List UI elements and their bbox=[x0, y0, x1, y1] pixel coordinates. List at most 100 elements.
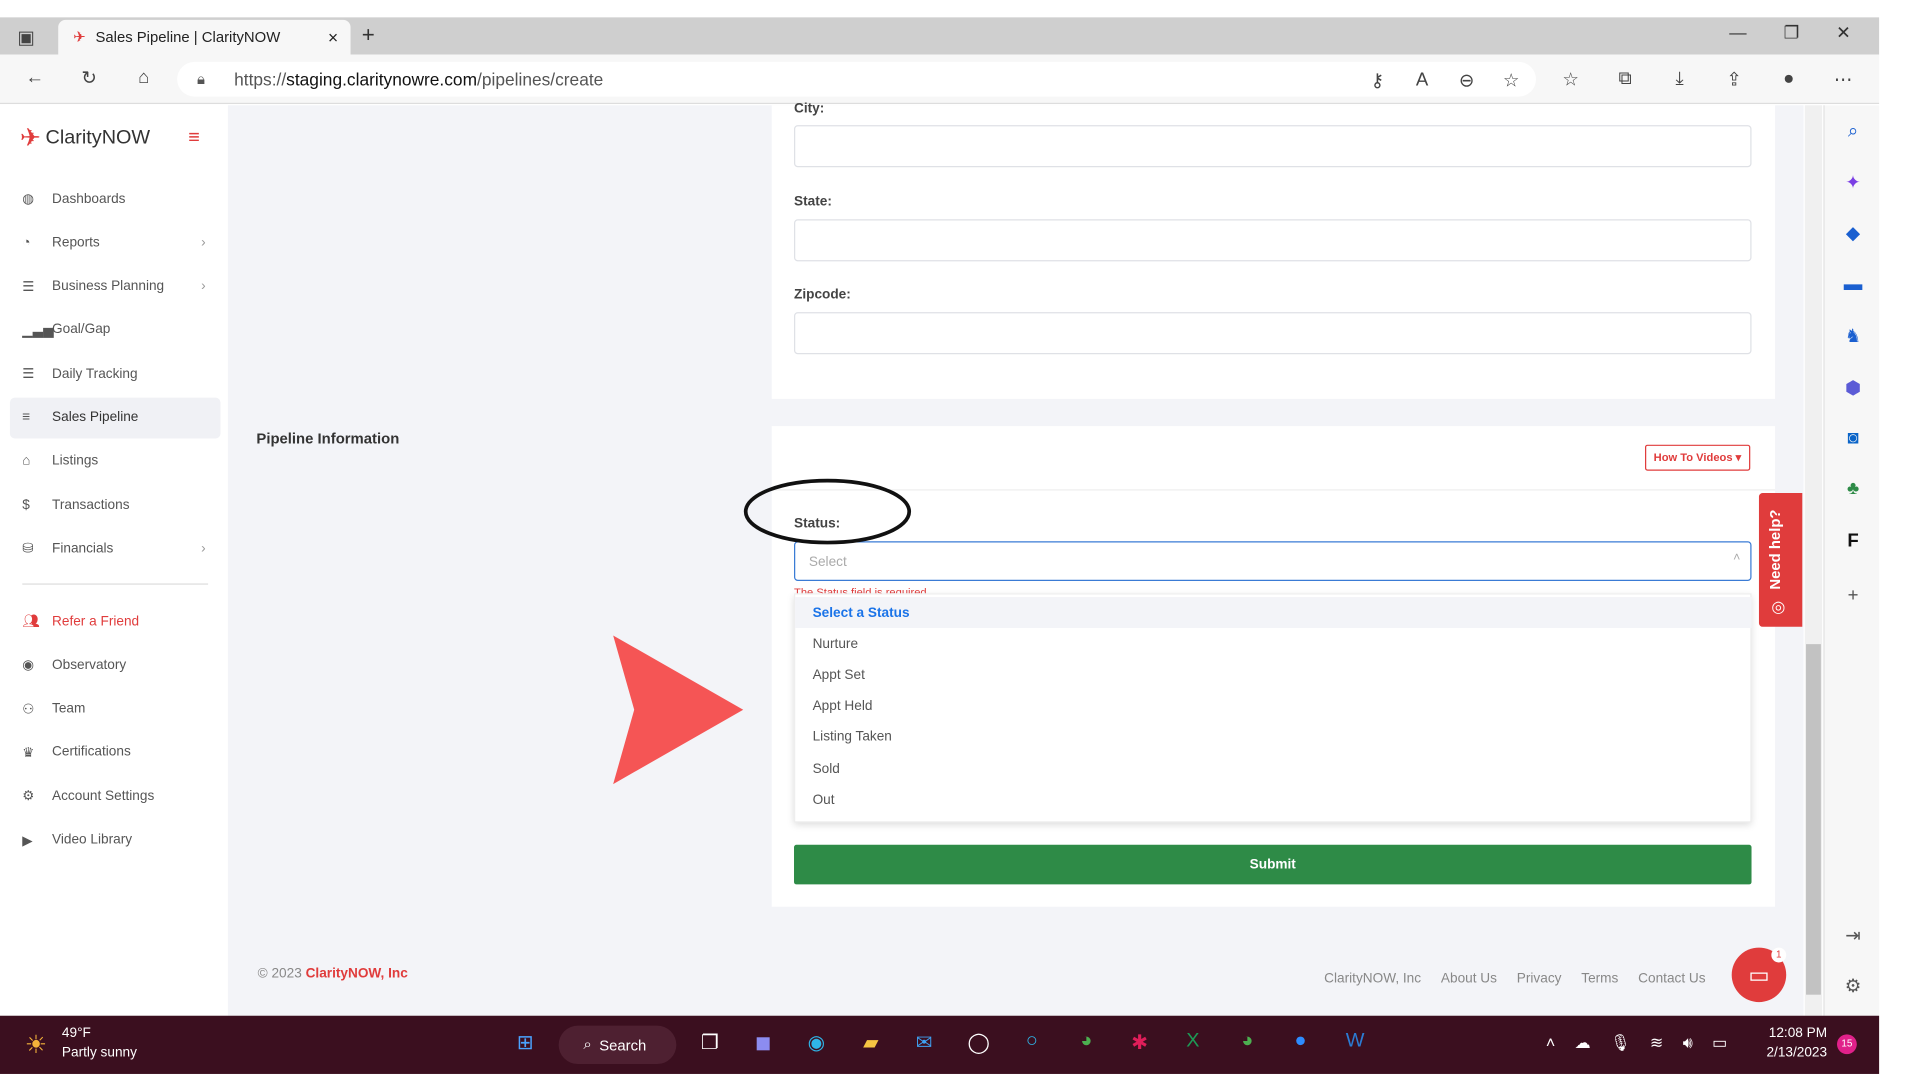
tree-icon[interactable]: ♣ bbox=[1839, 478, 1866, 499]
bar-signal-icon: ▁▃▅ bbox=[22, 323, 54, 339]
teams-icon[interactable]: ◼ bbox=[748, 1031, 778, 1056]
footer-link[interactable]: ClarityNOW, Inc bbox=[1324, 971, 1421, 986]
status-option[interactable]: Listing Taken bbox=[795, 722, 1751, 753]
new-tab-icon[interactable]: + bbox=[362, 22, 375, 48]
dell-icon[interactable]: ◯ bbox=[964, 1031, 994, 1056]
company-link[interactable]: ClarityNOW, Inc bbox=[306, 966, 408, 981]
status-select[interactable]: Select ˄ bbox=[794, 541, 1752, 581]
add-icon[interactable]: + bbox=[1839, 585, 1866, 606]
sidebar-item-account-settings[interactable]: ⚙ Account Settings bbox=[10, 776, 221, 817]
footer-link[interactable]: Terms bbox=[1581, 971, 1618, 986]
footer-link[interactable]: Privacy bbox=[1517, 971, 1562, 986]
refresh-icon[interactable]: ↻ bbox=[74, 67, 104, 89]
scrollbar[interactable] bbox=[1804, 105, 1823, 1016]
task-view-icon[interactable]: ❐ bbox=[695, 1031, 725, 1056]
sidebar-item-certifications[interactable]: ♛ Certifications bbox=[10, 732, 221, 773]
submit-button[interactable]: Submit bbox=[794, 844, 1752, 885]
sidebar-item-video-library[interactable]: ▶ Video Library bbox=[10, 819, 221, 860]
games-icon[interactable]: ♞ bbox=[1839, 325, 1866, 347]
logo[interactable]: ✈ ClarityNOW bbox=[20, 123, 150, 154]
zoom-icon[interactable]: ● bbox=[1286, 1031, 1316, 1053]
status-option[interactable]: Nurture bbox=[795, 628, 1751, 659]
sidebar-item-refer-a-friend[interactable]: 👥︎ Refer a Friend bbox=[10, 601, 221, 642]
tab-actions-icon[interactable]: ▣ bbox=[17, 26, 35, 50]
how-to-videos-button[interactable]: How To Videos ▾ bbox=[1644, 444, 1750, 471]
sidebar-item-team[interactable]: ⚇ Team bbox=[10, 688, 221, 729]
toolbox-icon[interactable]: ▬ bbox=[1839, 274, 1866, 295]
sidebar-item-dashboards[interactable]: ◍ Dashboards bbox=[10, 178, 221, 219]
system-tray-icons[interactable]: ˄ ☁ 🎙︎ ≋ 🔊︎ ▭ bbox=[1546, 1033, 1728, 1053]
temperature[interactable]: 49°F bbox=[62, 1026, 91, 1041]
zipcode-input[interactable] bbox=[794, 312, 1752, 355]
clock-time[interactable]: 12:08 PM bbox=[1759, 1026, 1827, 1041]
hamburger-icon[interactable]: ≡ bbox=[188, 128, 200, 150]
chat-icon: ▭ bbox=[1748, 961, 1770, 987]
collections-icon[interactable]: ⧉ bbox=[1610, 68, 1640, 90]
file-explorer-icon[interactable]: ▰ bbox=[856, 1031, 886, 1056]
back-icon[interactable]: ← bbox=[20, 67, 50, 89]
edge-icon[interactable]: ◉ bbox=[801, 1031, 831, 1056]
clock-date[interactable]: 2/13/2023 bbox=[1759, 1045, 1827, 1060]
sidebar-item-business-planning[interactable]: ☰ Business Planning › bbox=[10, 266, 221, 307]
notification-badge[interactable]: 15 bbox=[1836, 1034, 1857, 1055]
status-option[interactable]: Appt Set bbox=[795, 659, 1751, 690]
profile-avatar-icon[interactable]: ● bbox=[1774, 68, 1804, 90]
mail-icon[interactable]: ✉ bbox=[909, 1031, 939, 1056]
status-option[interactable]: Sold bbox=[795, 753, 1751, 784]
sidebar-item-daily-tracking[interactable]: ☰ Daily Tracking bbox=[10, 353, 221, 394]
weather-text[interactable]: Partly sunny bbox=[62, 1045, 137, 1060]
sidebar-item-transactions[interactable]: $ Transactions bbox=[10, 484, 221, 525]
start-icon[interactable]: ⊞ bbox=[510, 1031, 540, 1056]
sidebar-item-reports[interactable]: ◔ Reports › bbox=[10, 222, 221, 263]
home-icon[interactable]: ⌂ bbox=[129, 67, 159, 89]
status-option[interactable]: Appt Held bbox=[795, 691, 1751, 722]
browser-tab[interactable]: ✈ Sales Pipeline | ClarityNOW × bbox=[58, 19, 351, 55]
read-aloud-icon[interactable]: A bbox=[1407, 69, 1437, 91]
city-input[interactable] bbox=[794, 125, 1752, 168]
close-tab-icon[interactable]: × bbox=[328, 27, 338, 47]
sidebar-item-goal-gap[interactable]: ▁▃▅ Goal/Gap bbox=[10, 310, 221, 351]
download-icon[interactable]: ⤓ bbox=[1665, 68, 1695, 90]
sidebar-toggle-icon[interactable]: ⇥ bbox=[1839, 924, 1866, 946]
need-help-tab[interactable]: Need help? ◎ bbox=[1758, 493, 1803, 627]
sidebar-item-financials[interactable]: ⛁ Financials › bbox=[10, 528, 221, 569]
word-icon[interactable]: W bbox=[1340, 1031, 1370, 1053]
excel-icon[interactable]: X bbox=[1178, 1031, 1208, 1053]
chrome-profile-icon[interactable]: ◕ bbox=[1233, 1031, 1263, 1053]
window-controls[interactable]: — ❐ ✕ bbox=[1729, 22, 1850, 43]
sidebar-item-sales-pipeline[interactable]: ≡ Sales Pipeline bbox=[9, 397, 221, 438]
share-icon[interactable]: ⇪ bbox=[1719, 68, 1749, 90]
chrome-icon[interactable]: ◕ bbox=[1071, 1031, 1101, 1053]
url-input[interactable]: 🔒︎ https://staging.claritynowre.com/pipe… bbox=[177, 61, 1536, 97]
chat-button[interactable]: ▭ 1 bbox=[1731, 947, 1787, 1003]
taskbar: ☀ 49°F Partly sunny ⊞ ⌕ Search ❐ ◼ ◉ ▰ ✉ … bbox=[0, 1015, 1880, 1074]
pie-chart-icon: ◔ bbox=[22, 235, 31, 250]
tag-icon[interactable]: ◆ bbox=[1839, 222, 1866, 244]
search-icon[interactable]: ⌕ bbox=[1839, 120, 1866, 141]
key-icon[interactable]: ⚷ bbox=[1363, 69, 1393, 92]
alexa-icon[interactable]: ○ bbox=[1017, 1031, 1047, 1053]
scrollbar-thumb[interactable] bbox=[1806, 644, 1821, 995]
favorite-add-icon[interactable]: ☆ bbox=[1496, 69, 1526, 92]
sidebar-item-listings[interactable]: ⌂ Listings bbox=[10, 441, 221, 482]
outlook-icon[interactable]: ◙ bbox=[1839, 427, 1866, 448]
favorites-icon[interactable]: ☆ bbox=[1556, 68, 1586, 90]
more-icon[interactable]: ⋯ bbox=[1828, 68, 1858, 90]
dollar-icon: $ bbox=[22, 497, 30, 513]
slack-icon[interactable]: ✱ bbox=[1125, 1031, 1155, 1056]
sidebar-item-observatory[interactable]: ◉ Observatory bbox=[10, 644, 221, 685]
sidebar-item-label: Reports bbox=[52, 235, 100, 250]
office-icon[interactable]: ⬢ bbox=[1839, 377, 1866, 399]
f-app-icon[interactable]: F bbox=[1839, 530, 1866, 551]
footer-link[interactable]: About Us bbox=[1441, 971, 1497, 986]
status-option[interactable]: Select a Status bbox=[795, 597, 1752, 629]
status-option[interactable]: Out bbox=[795, 784, 1751, 815]
state-input[interactable] bbox=[794, 219, 1752, 262]
footer-link[interactable]: Contact Us bbox=[1638, 971, 1705, 986]
zoom-out-icon[interactable]: ⊖ bbox=[1452, 69, 1482, 92]
eye-icon: ◉ bbox=[22, 658, 35, 673]
sidebar-item-label: Certifications bbox=[52, 744, 131, 760]
sparkle-icon[interactable]: ✦ bbox=[1839, 171, 1866, 193]
settings-icon[interactable]: ⚙ bbox=[1839, 975, 1866, 997]
taskbar-search[interactable]: ⌕ Search bbox=[558, 1025, 677, 1065]
